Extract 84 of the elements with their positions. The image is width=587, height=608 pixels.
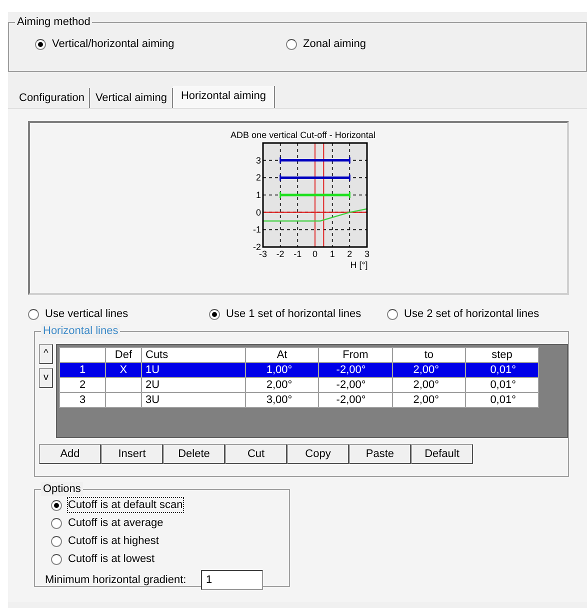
row-number: 3: [80, 394, 86, 406]
radio-button[interactable]: [209, 308, 220, 320]
radio-label[interactable]: Zonal aiming: [303, 37, 366, 51]
axis-label: H [°]: [350, 260, 368, 270]
table-cell: 1,00°: [266, 364, 292, 376]
radio-button[interactable]: [286, 38, 297, 50]
radio-label[interactable]: Cutoff is at highest: [68, 534, 159, 548]
toolbar-button[interactable]: Copy: [287, 444, 349, 464]
radio-button[interactable]: [51, 554, 62, 564]
radio-button[interactable]: [387, 308, 398, 320]
line-end-cap: [348, 192, 350, 198]
radio-button[interactable]: [51, 518, 62, 528]
data-line: [280, 176, 350, 179]
line-end-cap: [279, 174, 281, 181]
axis-tick-label: 1: [255, 190, 260, 200]
line-end-cap: [279, 192, 281, 198]
radio-label[interactable]: Cutoff is at average: [68, 516, 164, 530]
scroll-button[interactable]: v: [39, 368, 53, 388]
group-title: Aiming method: [15, 15, 92, 29]
table-cell: 1U: [146, 364, 160, 376]
axis-tick-label: 0: [255, 207, 260, 218]
toolbar-button[interactable]: Add: [39, 444, 101, 464]
table-cell: -2,00°: [336, 394, 366, 406]
column-header: At: [245, 348, 319, 362]
radio-label[interactable]: Cutoff is at default scan: [68, 498, 183, 512]
axis-tick-label: -1: [252, 224, 260, 235]
axis-tick-label: -2: [276, 249, 284, 259]
chart-title: ADB one vertical Cut-off - Horizontal: [230, 130, 375, 140]
table-cell: 3U: [146, 394, 160, 406]
tab[interactable]: Horizontal aiming: [172, 86, 275, 108]
table-cell: -2,00°: [336, 379, 366, 391]
axis-tick-label: 3: [255, 155, 260, 166]
group-title: Options: [41, 482, 83, 496]
row-number: 2: [80, 379, 86, 391]
radio-label[interactable]: Vertical/horizontal aiming: [52, 37, 174, 51]
table-cell: 0,01°: [490, 394, 516, 406]
table-cell: 2,00°: [413, 379, 440, 391]
scroll-button[interactable]: ^: [39, 344, 53, 364]
radio-button[interactable]: [35, 38, 46, 50]
axis-tick-label: -1: [293, 249, 302, 259]
axis-tick-label: 0: [312, 249, 317, 259]
table-row[interactable]: 1 X 1U 1,00° -2,00° 2,00° 0,01°: [59, 362, 538, 378]
column-header: Cuts: [141, 348, 246, 362]
radio-button[interactable]: [51, 536, 62, 546]
toolbar-button[interactable]: Paste: [349, 444, 411, 464]
table-cell: -2,00°: [336, 364, 366, 376]
toolbar-button[interactable]: Cut: [225, 444, 287, 464]
toolbar-button[interactable]: Delete: [163, 444, 225, 464]
table-row[interactable]: 2 2U 2,00° -2,00° 2,00° 0,01°: [59, 378, 538, 392]
data-line: [280, 159, 350, 162]
table-cell: 3,00°: [266, 394, 292, 406]
table-cell: 0,01°: [490, 379, 516, 391]
axis-tick-label: -2: [252, 242, 260, 252]
table-cell: 2U: [146, 379, 160, 391]
radio-label[interactable]: Use 2 set of horizontal lines: [404, 307, 540, 321]
radio-label[interactable]: Use 1 set of horizontal lines: [226, 307, 362, 321]
gradient-field[interactable]: 1: [201, 570, 263, 590]
table-cell: 0,01°: [490, 364, 516, 376]
axis-tick-label: 2: [255, 172, 260, 183]
table-cell: 2,00°: [266, 379, 292, 391]
table-cell: 2,00°: [413, 364, 440, 376]
axis-tick-label: 1: [329, 249, 334, 259]
radio-label[interactable]: Use vertical lines: [45, 307, 128, 321]
radio-button[interactable]: [28, 308, 39, 320]
line-end-cap: [348, 157, 350, 164]
field-label: Minimum horizontal gradient:: [45, 572, 188, 588]
toolbar-button[interactable]: Insert: [101, 444, 163, 464]
row-number: 1: [80, 364, 86, 376]
column-header: From: [318, 348, 392, 362]
axis-tick-label: -3: [258, 249, 266, 259]
line-end-cap: [348, 174, 350, 181]
toolbar-button[interactable]: Default: [411, 444, 473, 464]
axis-tick-label: 2: [346, 249, 352, 259]
table-row[interactable]: 3 3U 3,00° -2,00° 2,00° 0,01°: [59, 392, 538, 408]
column-header: to: [392, 348, 466, 362]
group-title: Horizontal lines: [41, 324, 120, 338]
table-cell: X: [120, 364, 128, 376]
radio-label[interactable]: Cutoff is at lowest: [68, 552, 155, 566]
axis-tick-label: 3: [364, 249, 369, 259]
table-cell: 2,00°: [413, 394, 440, 406]
radio-button[interactable]: [51, 500, 62, 510]
data-line: [280, 194, 350, 196]
column-header: step: [466, 348, 538, 362]
line-end-cap: [279, 157, 281, 164]
